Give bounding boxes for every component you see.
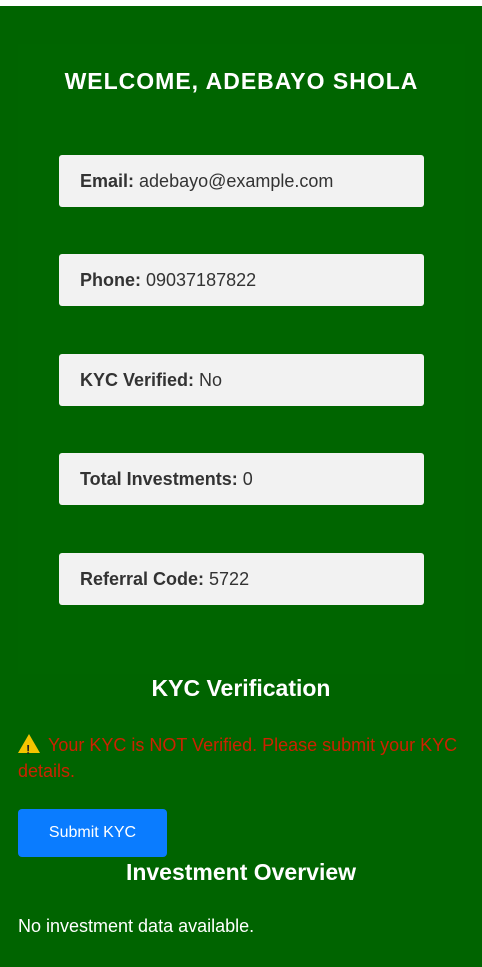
phone-value: 09037187822 — [146, 269, 257, 290]
top-strip — [0, 0, 482, 6]
referral-code-label: Referral Code: — [80, 568, 205, 589]
kyc-warning: Your KYC is NOT Verified. Please submit … — [18, 732, 458, 784]
email-value: adebayo@example.com — [139, 170, 334, 191]
referral-code-info: Referral Code: 5722 — [59, 553, 424, 605]
kyc-status-label: KYC Verified: — [80, 369, 195, 390]
kyc-verification-heading: KYC Verification — [151, 675, 331, 701]
email-info: Email: adebayo@example.com — [59, 155, 424, 207]
kyc-status-info: KYC Verified: No — [59, 354, 424, 406]
total-investments-info: Total Investments: 0 — [59, 453, 424, 505]
no-investment-data-text: No investment data available. — [18, 916, 255, 936]
total-investments-label: Total Investments: — [80, 468, 238, 489]
email-label: Email: — [80, 170, 135, 191]
warning-icon — [18, 734, 40, 763]
phone-label: Phone: — [80, 269, 141, 290]
investment-overview-heading: Investment Overview — [125, 859, 357, 885]
welcome-heading: WELCOME, ADEBAYO SHOLA — [64, 68, 419, 94]
submit-kyc-button[interactable]: Submit KYC — [18, 809, 167, 857]
kyc-warning-text: Your KYC is NOT Verified. Please submit … — [18, 735, 458, 781]
total-investments-value: 0 — [242, 468, 253, 489]
kyc-status-value: No — [199, 369, 223, 390]
phone-info: Phone: 09037187822 — [59, 254, 424, 306]
referral-code-value: 5722 — [209, 568, 250, 589]
